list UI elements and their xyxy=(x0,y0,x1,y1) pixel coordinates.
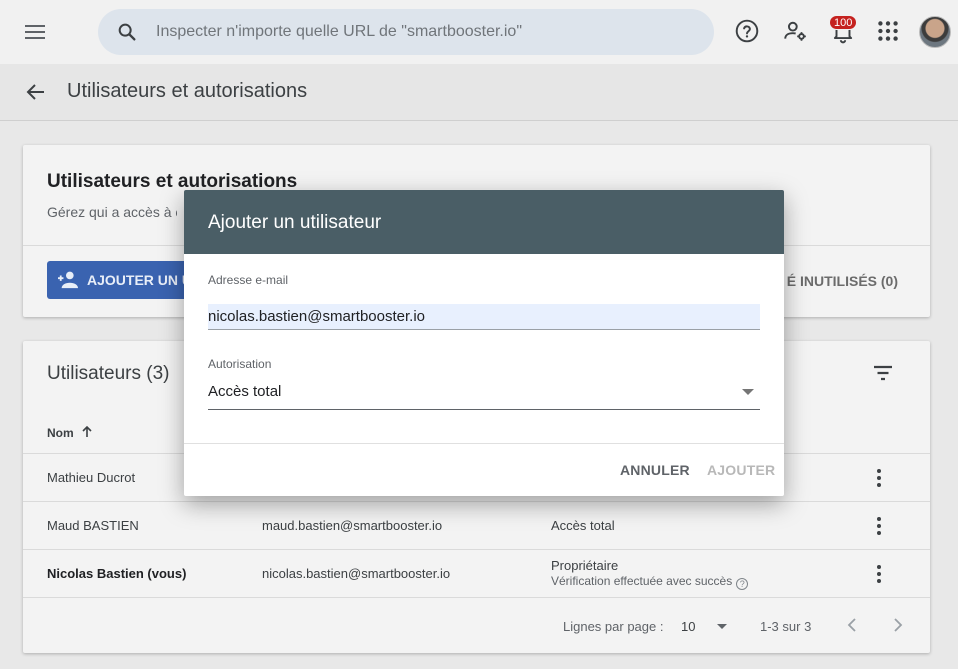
email-label: Adresse e-mail xyxy=(208,273,289,287)
divider xyxy=(184,443,784,444)
cancel-button[interactable]: ANNULER xyxy=(620,462,690,478)
chevron-down-icon xyxy=(742,389,754,395)
permission-select[interactable]: Accès total xyxy=(208,380,760,410)
permission-label: Autorisation xyxy=(208,357,272,371)
add-user-dialog: Ajouter un utilisateur Adresse e-mail Au… xyxy=(184,190,784,496)
email-field[interactable] xyxy=(208,304,760,330)
add-button[interactable]: AJOUTER xyxy=(707,462,775,478)
dialog-title: Ajouter un utilisateur xyxy=(208,212,382,233)
dialog-header: Ajouter un utilisateur xyxy=(184,190,784,254)
permission-value: Accès total xyxy=(208,383,282,400)
